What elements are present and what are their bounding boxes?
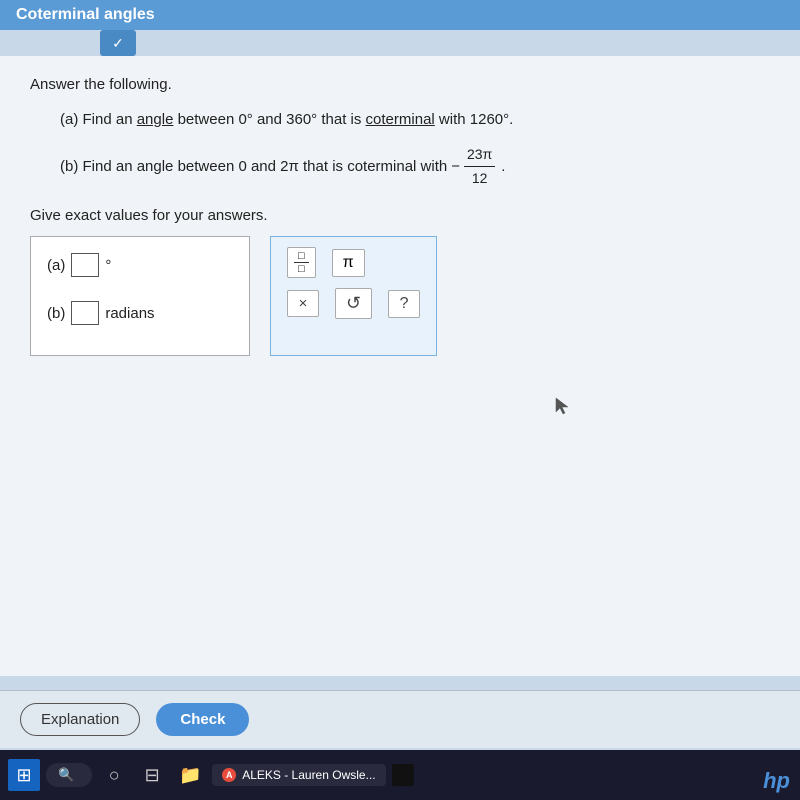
word-coterminal: coterminal: [366, 111, 435, 128]
dropdown-chevron[interactable]: ✓: [100, 30, 136, 56]
pi-button[interactable]: π: [332, 249, 365, 277]
keyboard-row-2: × ↺ ?: [287, 288, 420, 319]
question-b: (b) Find an angle between 0 and 2π that …: [60, 143, 770, 192]
aleks-icon: A: [222, 768, 236, 782]
answer-b-unit: radians: [105, 305, 154, 322]
top-bar: Coterminal angles: [0, 0, 800, 30]
instruction-text: Answer the following.: [30, 76, 770, 93]
word-angle: angle: [137, 111, 174, 128]
windows-icon: ⊞: [16, 765, 31, 786]
question-b-period: .: [501, 154, 505, 180]
circle-icon: ○: [109, 765, 120, 786]
main-content: Answer the following. (a) Find an angle …: [0, 56, 800, 676]
start-button[interactable]: ⊞: [8, 759, 40, 791]
search-icon: 🔍: [58, 767, 74, 783]
fraction-sign: −: [451, 154, 460, 180]
undo-button[interactable]: ↺: [335, 288, 372, 319]
question-a: (a) Find an angle between 0° and 360° th…: [60, 107, 770, 133]
top-bar-title: Coterminal angles: [16, 6, 155, 24]
undo-icon: ↺: [346, 293, 361, 314]
question-b-text: (b) Find an angle between 0 and 2π that …: [60, 154, 447, 180]
answer-a-unit: °: [105, 257, 111, 274]
taskview-icon: ⊟: [145, 765, 160, 786]
taskbar-taskview-button[interactable]: ⊟: [136, 759, 168, 791]
taskbar-aleks-app[interactable]: A ALEKS - Lauren Owsle...: [212, 764, 385, 786]
answer-b-input[interactable]: [71, 301, 99, 325]
give-exact-text: Give exact values for your answers.: [30, 207, 770, 224]
taskbar-extra-item[interactable]: [392, 764, 414, 786]
question-a-label: (a): [60, 111, 83, 128]
explanation-button[interactable]: Explanation: [20, 703, 140, 736]
fraction: 23π 12: [464, 143, 495, 192]
times-button[interactable]: ×: [287, 290, 319, 317]
answer-area: (a) ° (b) radians □ □ π: [30, 236, 770, 356]
cursor-arrow-icon: [554, 396, 570, 416]
answer-b-label: (b): [47, 305, 65, 322]
check-button[interactable]: Check: [156, 703, 249, 736]
folder-icon: 📁: [179, 765, 201, 786]
keyboard-panel: □ □ π × ↺ ?: [270, 236, 437, 356]
fraction-bot-icon: □: [294, 263, 309, 275]
cursor-indicator: [554, 396, 570, 420]
answer-row-a: (a) °: [47, 253, 231, 277]
action-bar: Explanation Check: [0, 690, 800, 748]
fraction-top-icon: □: [294, 250, 309, 263]
answer-a-input[interactable]: [71, 253, 99, 277]
fraction-container: − 23π 12: [451, 143, 497, 192]
taskbar: ⊞ 🔍 ○ ⊟ 📁 A ALEKS - Lauren Owsle... hp: [0, 750, 800, 800]
hp-logo: hp: [763, 768, 790, 794]
times-icon: ×: [299, 295, 308, 312]
answer-input-box: (a) ° (b) radians: [30, 236, 250, 356]
question-a-text: Find an angle between 0° and 360° that i…: [83, 111, 514, 128]
help-icon: ?: [400, 295, 409, 313]
answer-row-b: (b) radians: [47, 301, 231, 325]
answer-a-label: (a): [47, 257, 65, 274]
pi-icon: π: [343, 254, 354, 272]
fraction-button[interactable]: □ □: [287, 247, 316, 278]
keyboard-row-1: □ □ π: [287, 247, 365, 278]
fraction-denominator: 12: [469, 167, 491, 191]
aleks-label: ALEKS - Lauren Owsle...: [242, 768, 375, 782]
taskbar-cortana-button[interactable]: ○: [98, 759, 130, 791]
taskbar-search[interactable]: 🔍: [46, 763, 92, 787]
taskbar-explorer-button[interactable]: 📁: [174, 759, 206, 791]
help-button[interactable]: ?: [388, 290, 420, 318]
fraction-numerator: 23π: [464, 143, 495, 168]
empty-area: [30, 356, 770, 436]
chevron-down-icon: ✓: [112, 35, 124, 52]
